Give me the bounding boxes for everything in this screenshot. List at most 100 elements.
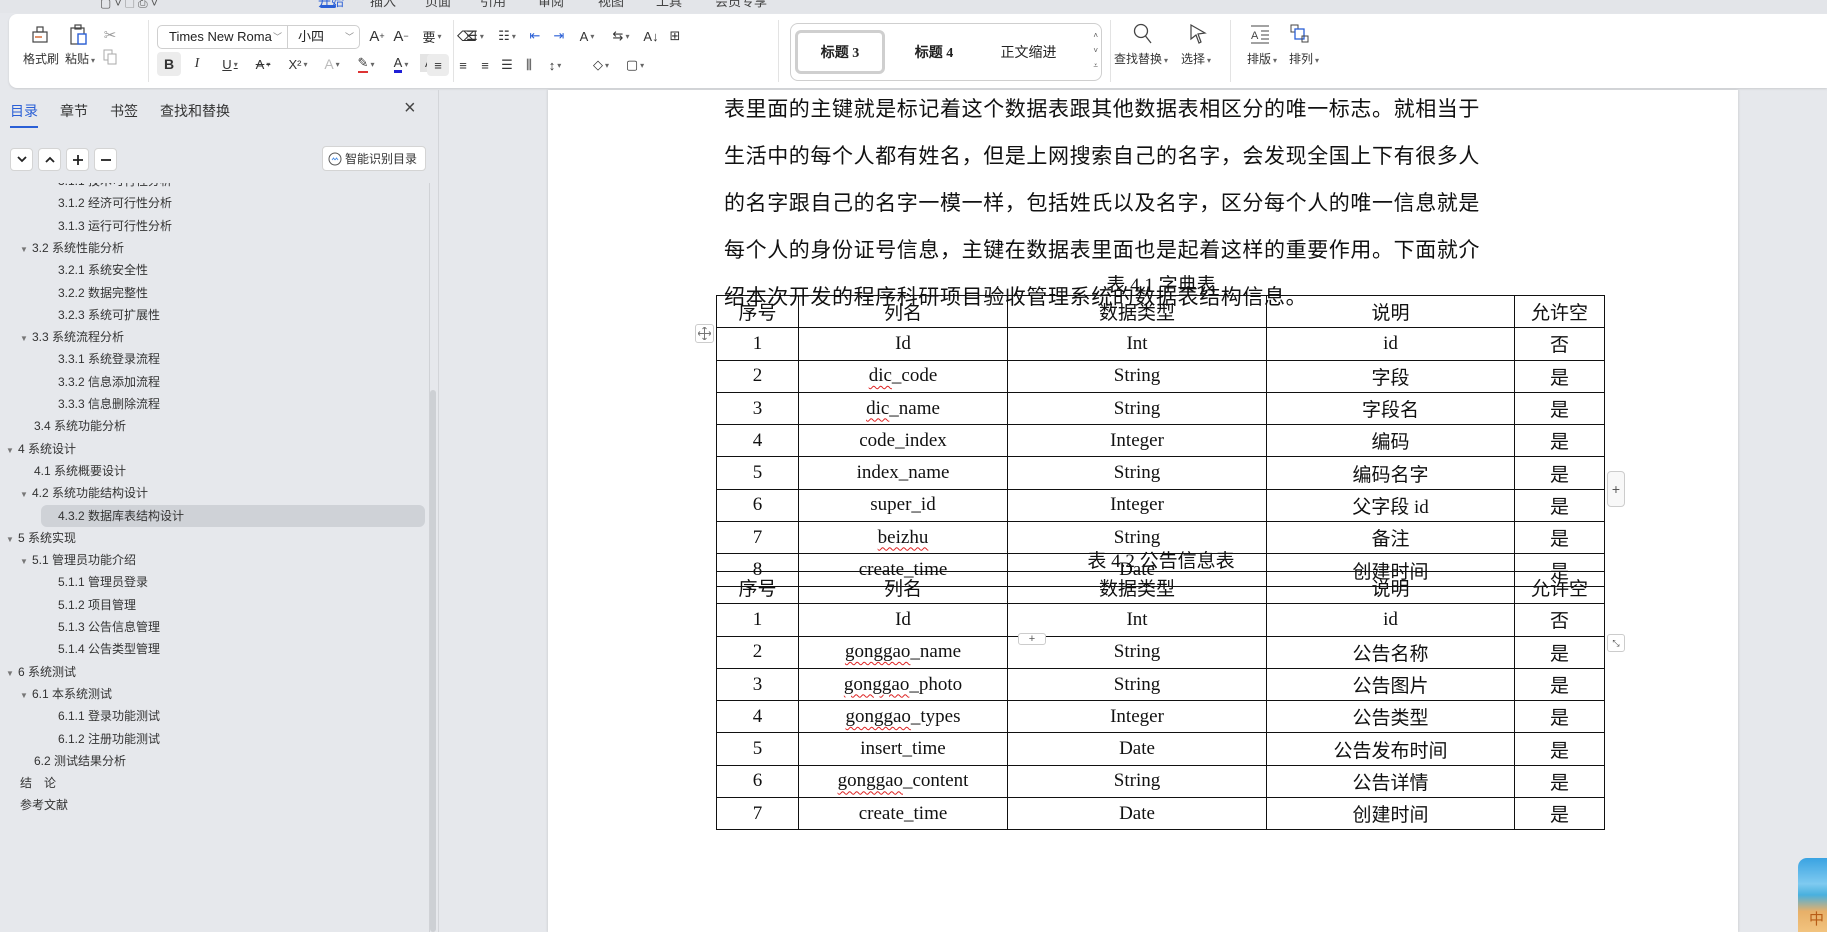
table-cell[interactable]: 是 [1514, 732, 1605, 766]
ime-widget[interactable]: 中 [1798, 858, 1827, 932]
table-resize-handle[interactable]: ⤡ [1607, 634, 1625, 652]
expand-triangle-icon[interactable]: ▼ [20, 239, 32, 261]
toc-item[interactable]: 3.3.1 系统登录流程 [58, 348, 160, 370]
bold-button[interactable]: B [157, 52, 181, 76]
style-heading-4[interactable]: 标题 4 [889, 30, 979, 74]
column-header[interactable]: 列名 [798, 570, 1008, 605]
table-cell[interactable]: 5 [716, 456, 799, 490]
toc-item[interactable]: ▼ 5.1 管理员功能介绍 [20, 549, 136, 571]
toc-item[interactable]: 5.1.3 公告信息管理 [58, 616, 160, 638]
table-cell[interactable]: String [1007, 456, 1267, 490]
italic-button[interactable]: I [187, 52, 207, 76]
table-cell[interactable]: Integer [1007, 700, 1267, 734]
table-cell[interactable]: 2 [716, 359, 799, 393]
toc-item[interactable]: ▼ 5 系统实现 [6, 527, 76, 549]
expand-triangle-icon[interactable]: ▼ [6, 663, 18, 685]
table-cell[interactable]: 父字段 id [1266, 488, 1515, 523]
misspelled-word[interactable]: gonggao [845, 706, 910, 727]
table-cell[interactable]: Integer [1007, 424, 1267, 458]
table-cell[interactable]: id [1266, 603, 1515, 637]
table-cell[interactable]: dic_code [798, 359, 1008, 393]
underline-button[interactable]: U ▾ [217, 52, 243, 76]
table-cell[interactable]: 是 [1514, 359, 1605, 393]
table-cell[interactable]: dic_name [798, 391, 1008, 426]
toc-item[interactable]: 3.1.3 运行可行性分析 [58, 215, 172, 237]
table-cell[interactable]: create_time [798, 797, 1008, 831]
toc-item[interactable]: ▼ 3.2 系统性能分析 [20, 237, 124, 259]
typesetting-icon[interactable]: A [1249, 23, 1271, 45]
toc-item[interactable]: 6.1.2 注册功能测试 [58, 728, 160, 750]
superscript-button[interactable]: X² ▾ [283, 52, 313, 76]
toc-item[interactable]: 结 论 [20, 772, 56, 794]
column-header[interactable]: 数据类型 [1007, 570, 1267, 605]
table-cell[interactable]: String [1007, 667, 1267, 702]
font-color-button[interactable]: A ▾ [387, 52, 415, 76]
table-cell[interactable]: 4 [716, 700, 799, 734]
distribute-button[interactable]: ⫼ [519, 54, 539, 76]
table-cell[interactable]: Id [798, 327, 1008, 361]
close-icon[interactable]: × [404, 98, 416, 118]
toc-item[interactable]: 4.1 系统概要设计 [34, 460, 126, 482]
menu-tab-member[interactable]: 会员专享 [715, 0, 767, 10]
remove-heading-button[interactable] [94, 148, 117, 171]
decrease-indent-button[interactable]: ⇤ [525, 26, 545, 46]
table-cell[interactable]: String [1007, 359, 1267, 393]
table-cell[interactable]: Date [1007, 732, 1267, 766]
borders-button[interactable]: ▢ ▾ [621, 54, 649, 76]
grow-font-icon[interactable]: A + [367, 26, 387, 46]
menu-tab-insert[interactable]: 插入 [370, 0, 396, 10]
table-cell[interactable]: 是 [1514, 635, 1605, 669]
numbered-list-button[interactable]: ☷ ▾ [493, 26, 521, 46]
table-cell[interactable]: 3 [716, 667, 799, 702]
paste-icon[interactable] [68, 24, 90, 46]
table-cell[interactable]: 公告类型 [1266, 700, 1515, 734]
arrange-button[interactable]: 排列 ▾ [1289, 50, 1319, 67]
table-cell[interactable]: 5 [716, 732, 799, 766]
table-cell[interactable]: 是 [1514, 391, 1605, 426]
table-cell[interactable]: 是 [1514, 456, 1605, 490]
menu-tab-review[interactable]: 审阅 [538, 0, 564, 10]
table-cell[interactable]: 是 [1514, 667, 1605, 702]
table-cell[interactable]: 2 [716, 635, 799, 669]
toc-item[interactable]: 5.1.2 项目管理 [58, 594, 136, 616]
quick-access-icons[interactable]: ▢ ˅ 🗋 ⎙ ˅ [100, 0, 158, 13]
table-cell[interactable]: 编码名字 [1266, 456, 1515, 490]
misspelled-word[interactable]: gonggao [845, 641, 910, 662]
style-heading-3[interactable]: 标题 3 [795, 30, 885, 74]
toc-scrollbar[interactable] [430, 390, 436, 932]
table-move-handle[interactable] [695, 324, 714, 343]
typesetting-button[interactable]: 排版 ▾ [1247, 50, 1277, 67]
table-cell[interactable]: 公告发布时间 [1266, 732, 1515, 766]
expand-triangle-icon[interactable]: ▼ [20, 551, 32, 573]
expand-down-button[interactable] [10, 148, 33, 171]
misspelled-word[interactable]: gonggao [838, 770, 903, 791]
toc-item[interactable]: 5.1.1 管理员登录 [58, 571, 148, 593]
toc-item[interactable]: 3.4 系统功能分析 [34, 415, 126, 437]
style-scroll-arrows[interactable]: ˄ ˅ ⩡ [1093, 28, 1098, 73]
table-cell[interactable]: gonggao_types [798, 700, 1008, 734]
table-cell[interactable]: Int [1007, 603, 1267, 637]
add-heading-button[interactable] [66, 148, 89, 171]
tab-bookmarks[interactable]: 书签 [110, 101, 138, 121]
add-column-button[interactable]: + [1607, 471, 1625, 507]
table-cell[interactable]: gonggao_photo [798, 667, 1008, 702]
table-cell[interactable]: String [1007, 764, 1267, 799]
bullet-list-button[interactable]: ☰ ▾ [461, 26, 489, 46]
column-header[interactable]: 说明 [1266, 294, 1515, 329]
toc-item[interactable]: ▼ 6.1 本系统测试 [20, 683, 112, 705]
smart-toc-button[interactable]: 智能识别目录 [322, 146, 426, 171]
menu-tab-references[interactable]: 引用 [480, 0, 506, 10]
table-cell[interactable]: 7 [716, 797, 799, 831]
font-name-select[interactable]: Times New Roma ﹀ [158, 26, 288, 48]
justify-button[interactable]: ☰ [497, 54, 517, 76]
table-cell[interactable]: 否 [1514, 327, 1605, 361]
table-cell[interactable]: 否 [1514, 603, 1605, 637]
column-header[interactable]: 允许空 [1514, 294, 1605, 329]
toc-item[interactable]: 3.1.1 技术可行性分析 [58, 183, 172, 192]
menu-tab-view[interactable]: 视图 [598, 0, 624, 10]
table-cell[interactable]: String [1007, 635, 1267, 669]
menu-tab-layout[interactable]: 页面 [425, 0, 451, 10]
toc-item[interactable]: 3.2.2 数据完整性 [58, 282, 148, 304]
collapse-up-button[interactable] [38, 148, 61, 171]
table-cell[interactable]: code_index [798, 424, 1008, 458]
